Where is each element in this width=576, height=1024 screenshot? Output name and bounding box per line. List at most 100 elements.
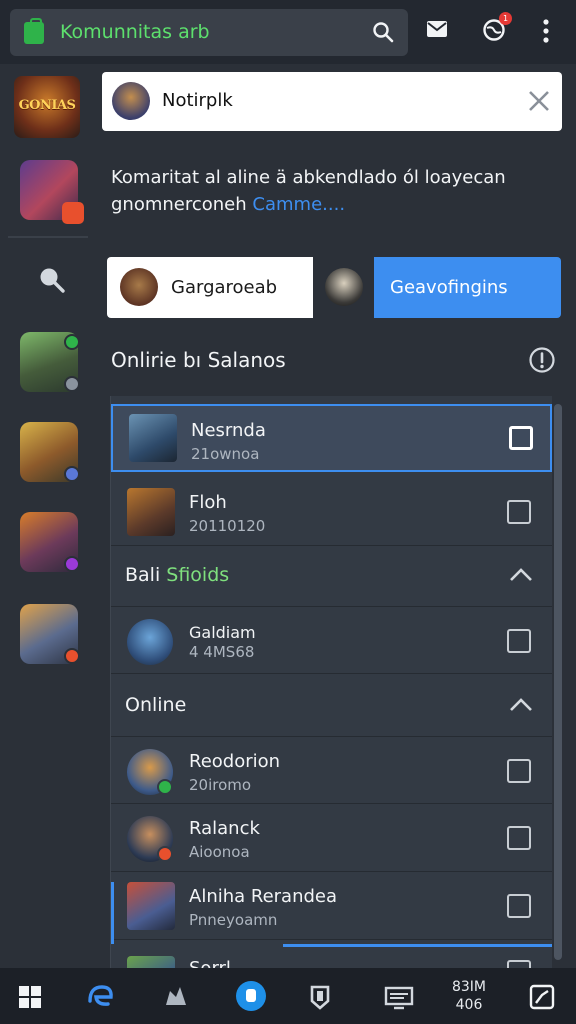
- rail-app-3[interactable]: [20, 422, 80, 482]
- group-title: Bali Sfioids: [125, 564, 229, 586]
- shopping-bag-icon: [24, 18, 44, 44]
- rail-app-5[interactable]: [20, 604, 80, 664]
- tab-first-label: Gargaroeab: [171, 277, 278, 298]
- system-clock[interactable]: 83IM 406: [446, 978, 492, 1014]
- tab-second[interactable]: Geavofingins: [374, 257, 561, 318]
- status-indicator: [64, 466, 80, 482]
- list-item[interactable]: Floh 20110120: [111, 478, 552, 546]
- left-rail: GONIAS: [0, 64, 96, 968]
- select-checkbox[interactable]: [507, 894, 531, 918]
- list-item-subtitle: 20iromo: [189, 776, 252, 794]
- select-checkbox[interactable]: [507, 629, 531, 653]
- clock-line-1: 83IM: [451, 979, 487, 995]
- description-link[interactable]: Camme....: [252, 194, 345, 215]
- address-bar[interactable]: Komunnitas arb: [10, 9, 408, 56]
- rail-app-4[interactable]: [20, 512, 80, 572]
- list-item-subtitle: 4 4MS68: [189, 643, 255, 661]
- status-indicator: [157, 846, 173, 862]
- edge-browser-icon[interactable]: [86, 983, 114, 1011]
- avatar: [127, 956, 175, 968]
- chat-bubble-icon: [246, 989, 256, 1002]
- shield-icon[interactable]: [306, 983, 334, 1011]
- search-icon[interactable]: [372, 21, 394, 43]
- list-item[interactable]: Nesrnda 21ownoa: [111, 404, 552, 472]
- select-checkbox[interactable]: [507, 826, 531, 850]
- chevron-up-icon[interactable]: [509, 696, 533, 712]
- avatar: [112, 82, 150, 120]
- status-indicator: [64, 648, 80, 664]
- top-bar: Komunnitas arb 1: [0, 0, 576, 64]
- group-header[interactable]: Bali Sfioids: [111, 546, 552, 606]
- list-item-name: Nesrnda: [191, 420, 266, 441]
- tab-first[interactable]: Gargaroeab: [107, 257, 313, 318]
- scrollbar-thumb[interactable]: [554, 404, 562, 960]
- tab-bar: Gargaroeab Geavofingins: [107, 257, 561, 318]
- chevron-up-icon[interactable]: [509, 566, 533, 582]
- focus-line: [283, 944, 552, 947]
- select-checkbox[interactable]: [509, 426, 533, 450]
- selection-indicator: [111, 882, 114, 944]
- group-header[interactable]: Online: [111, 676, 552, 736]
- list-item[interactable]: Sorrl: [111, 950, 552, 968]
- list-item-name: Floh: [189, 492, 227, 513]
- tab-second-label: Geavofingins: [390, 277, 508, 298]
- rail-divider: [8, 236, 88, 238]
- online-indicator: [157, 779, 173, 795]
- select-checkbox[interactable]: [507, 759, 531, 783]
- list-item[interactable]: Alniha Rerandea Pnneyoamn: [111, 872, 552, 940]
- list-item[interactable]: Reodorion 20iromo: [111, 736, 552, 804]
- logo-text: GONIAS: [18, 98, 76, 113]
- list-item-subtitle: Aioonoa: [189, 843, 250, 861]
- group-title: Online: [125, 694, 187, 716]
- avatar: [127, 488, 175, 536]
- rail-app-1[interactable]: [20, 160, 84, 224]
- notification-badge: 1: [499, 12, 512, 25]
- list-item[interactable]: Galdiam 4 4MS68: [111, 606, 552, 674]
- list-item-name: Sorrl: [189, 958, 231, 968]
- avatar: [127, 882, 175, 930]
- list-item-subtitle: 21ownoa: [191, 445, 260, 463]
- list-item-subtitle: 20110120: [189, 517, 266, 535]
- status-indicator: [64, 556, 80, 572]
- list-item-name: Alniha Rerandea: [189, 886, 338, 907]
- list-item-name: Reodorion: [189, 751, 281, 772]
- game-logo[interactable]: GONIAS: [14, 76, 80, 138]
- member-list: Nesrnda 21ownoa Floh 20110120 Bali Sfioi…: [110, 396, 552, 968]
- chat-app-icon[interactable]: [236, 981, 266, 1011]
- notification-center-icon[interactable]: [528, 983, 556, 1011]
- list-item-subtitle: Pnneyoamn: [189, 911, 278, 929]
- online-indicator: [64, 334, 80, 350]
- avatar: [325, 268, 363, 306]
- info-icon[interactable]: [528, 346, 556, 374]
- tab-avatar[interactable]: [313, 257, 374, 318]
- section-title: Onlirie bı Salanos: [111, 348, 286, 372]
- clock-line-2: 406: [455, 997, 483, 1013]
- list-item-name: Ralanck: [189, 818, 260, 839]
- list-item[interactable]: Ralanck Aioonoa: [111, 804, 552, 872]
- scrollbar[interactable]: [552, 396, 564, 968]
- search-icon[interactable]: [36, 264, 66, 294]
- close-icon[interactable]: [528, 90, 550, 112]
- list-item-name: Galdiam: [189, 623, 256, 642]
- community-description: Komaritat al aline ä abkendlado ól loaye…: [111, 164, 551, 218]
- select-checkbox[interactable]: [507, 500, 531, 524]
- rail-app-2[interactable]: [20, 332, 80, 392]
- more-vert-icon[interactable]: [536, 18, 556, 44]
- group-title-prefix: Bali: [125, 564, 167, 586]
- notifications-button[interactable]: 1: [482, 12, 512, 46]
- display-icon[interactable]: [384, 983, 414, 1011]
- address-title: Komunnitas arb: [60, 21, 210, 43]
- taskbar: 83IM 406: [0, 968, 576, 1024]
- notification-bar[interactable]: Notirplk: [102, 72, 562, 131]
- select-checkbox[interactable]: [507, 960, 531, 968]
- windows-start-icon[interactable]: [18, 985, 42, 1009]
- group-title-highlight: Sfioids: [166, 564, 230, 586]
- avatar: [120, 268, 158, 306]
- game-controller-icon[interactable]: [162, 983, 190, 1011]
- status-indicator: [64, 376, 80, 392]
- avatar: [127, 619, 173, 665]
- app-badge-icon: [62, 202, 84, 224]
- notification-text: Notirplk: [162, 90, 233, 111]
- avatar: [129, 414, 177, 462]
- mail-icon[interactable]: [426, 18, 448, 40]
